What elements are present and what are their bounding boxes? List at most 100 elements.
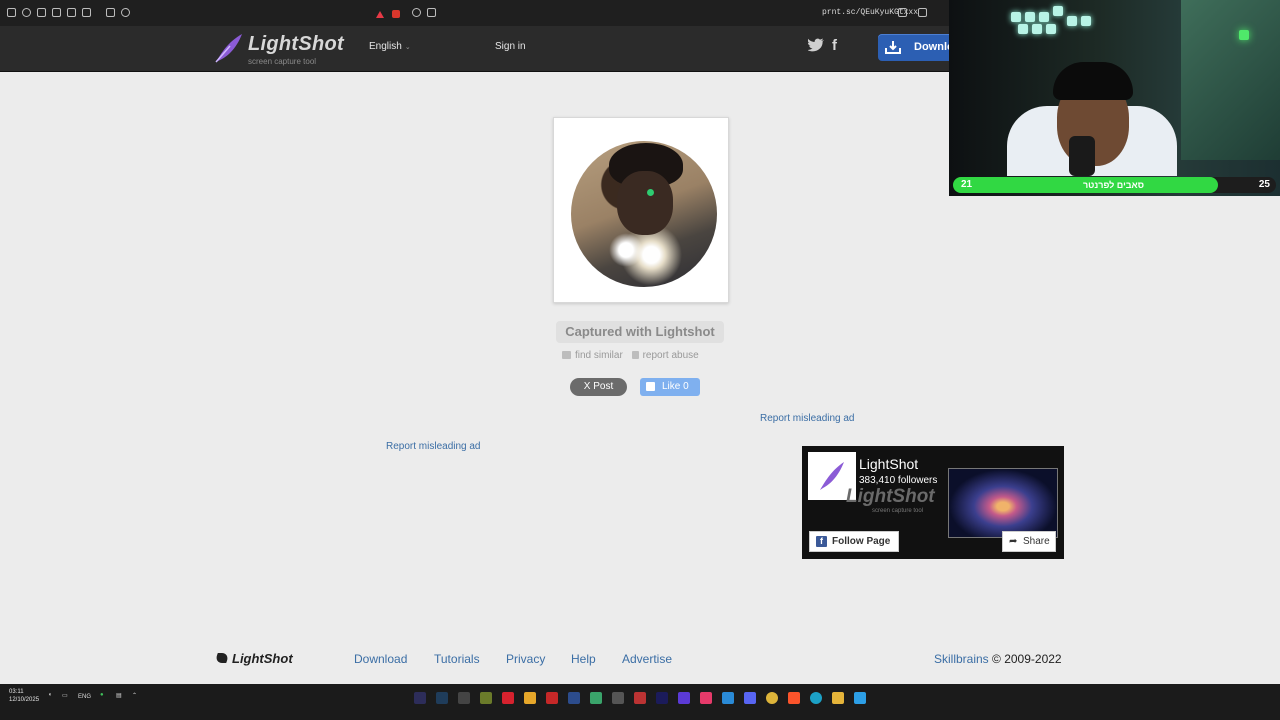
- report-abuse-label: report abuse: [642, 350, 699, 361]
- brand-name: LightShot: [248, 33, 345, 55]
- site-footer: LightShot Download Tutorials Privacy Hel…: [0, 636, 1280, 682]
- webcam-window: [1181, 0, 1280, 160]
- screenshot-card[interactable]: [553, 117, 729, 303]
- warning-icon[interactable]: [376, 11, 384, 18]
- menu-icon[interactable]: [7, 8, 16, 17]
- footer-link-privacy[interactable]: Privacy: [506, 652, 545, 666]
- app-icon-1[interactable]: [414, 692, 426, 704]
- find-similar-link[interactable]: find similar: [562, 350, 623, 361]
- display-icon[interactable]: ▭: [62, 692, 68, 699]
- language-label: English: [369, 41, 402, 52]
- windows-start-icon[interactable]: [854, 692, 866, 704]
- footer-link-advertise[interactable]: Advertise: [622, 652, 672, 666]
- streamer-mic: [1069, 136, 1095, 176]
- follow-page-button[interactable]: f Follow Page: [809, 531, 899, 552]
- follower-count: 383,410 followers: [859, 475, 938, 486]
- page-name[interactable]: LightShot: [859, 456, 918, 472]
- input-language[interactable]: ENG: [78, 694, 91, 700]
- watermark-tagline: screen capture tool: [872, 508, 924, 514]
- tabs-icon[interactable]: [106, 8, 115, 17]
- clock-time: 03:11: [9, 689, 24, 695]
- mic-icon[interactable]: ●: [100, 692, 104, 698]
- footer-logo[interactable]: LightShot: [214, 651, 293, 666]
- clipboard-icon: [631, 351, 639, 359]
- hex-light: [1025, 12, 1035, 22]
- app-icon-4[interactable]: [480, 692, 492, 704]
- twitter-icon[interactable]: [808, 38, 824, 52]
- edge-icon[interactable]: [810, 692, 822, 704]
- chevron-down-icon: ⌄: [404, 44, 411, 51]
- app-icon-8[interactable]: [568, 692, 580, 704]
- pin-icon[interactable]: [37, 8, 46, 17]
- chrome-icon[interactable]: [766, 692, 778, 704]
- streamer-cap: [1053, 62, 1133, 100]
- thumbs-up-icon: [646, 382, 655, 391]
- file-explorer-icon[interactable]: [832, 692, 844, 704]
- discord-icon[interactable]: [744, 692, 756, 704]
- app-icon-7[interactable]: [546, 692, 558, 704]
- app-icon-15[interactable]: [722, 692, 734, 704]
- screenshot-image[interactable]: [571, 141, 717, 287]
- facebook-icon[interactable]: f: [832, 37, 837, 54]
- sub-goal-target: 25: [1258, 179, 1270, 190]
- report-abuse-link[interactable]: report abuse: [631, 350, 699, 361]
- hex-light: [1032, 24, 1042, 34]
- music-icon[interactable]: [82, 8, 91, 17]
- volume-icon[interactable]: ◖: [48, 692, 52, 698]
- hex-light: [1081, 16, 1091, 26]
- feather-icon: [215, 34, 242, 63]
- report-ad-link-right[interactable]: Report misleading ad: [760, 413, 855, 424]
- history-icon[interactable]: [121, 8, 130, 17]
- panel-icon[interactable]: [67, 8, 76, 17]
- fb-like-button[interactable]: Like 0: [640, 378, 700, 396]
- app-icon-9[interactable]: [590, 692, 602, 704]
- footer-link-download[interactable]: Download: [354, 652, 407, 666]
- cast-icon[interactable]: [427, 8, 436, 17]
- language-selector[interactable]: English ⌄: [369, 41, 411, 52]
- like-label: Like 0: [662, 381, 689, 392]
- report-ad-link-left[interactable]: Report misleading ad: [386, 441, 481, 452]
- copyright-text: © 2009-2022: [988, 652, 1062, 666]
- location-icon[interactable]: [22, 8, 31, 17]
- hex-light: [1011, 12, 1021, 22]
- music-app-icon[interactable]: [700, 692, 712, 704]
- chatgpt-icon[interactable]: [612, 692, 624, 704]
- app-icon-6[interactable]: [524, 692, 536, 704]
- hex-light: [1018, 24, 1028, 34]
- image-green-dot: [647, 189, 654, 196]
- app-icon-3[interactable]: [458, 692, 470, 704]
- app-icon-5[interactable]: [502, 692, 514, 704]
- brave-icon[interactable]: [788, 692, 800, 704]
- clock-date: 12/10/2025: [9, 697, 40, 703]
- share-arrow-icon: ➦: [1009, 536, 1018, 547]
- bookmark-icon[interactable]: [918, 8, 927, 17]
- brave-shield-icon[interactable]: [392, 10, 400, 18]
- os-taskbar: 03:11 12/10/2025 ◖ ▭ ENG ● ▤ ⌃: [0, 684, 1280, 720]
- download-icon: [885, 41, 901, 54]
- app-icon-13[interactable]: [678, 692, 690, 704]
- footer-link-help[interactable]: Help: [571, 652, 596, 666]
- footer-link-tutorials[interactable]: Tutorials: [434, 652, 480, 666]
- system-clock[interactable]: 03:11 12/10/2025: [9, 688, 39, 704]
- sub-goal-label: סאבים לפרנטר: [1083, 180, 1144, 190]
- footer-brand: LightShot: [232, 651, 293, 666]
- feather-icon: [820, 462, 844, 490]
- image-actions: find similar report abuse: [562, 350, 705, 361]
- x-post-button[interactable]: X Post: [570, 378, 627, 396]
- facebook-page-widget[interactable]: LightShot 383,410 followers LightShot sc…: [802, 446, 1064, 559]
- window-icon[interactable]: [52, 8, 61, 17]
- share-button[interactable]: ➦ Share: [1002, 531, 1056, 552]
- hex-light: [1053, 6, 1063, 16]
- skillbrains-link[interactable]: Skillbrains: [934, 652, 989, 666]
- lightshot-logo[interactable]: LightShot screen capture tool: [214, 30, 344, 68]
- app-icon-11[interactable]: [634, 692, 646, 704]
- signin-link[interactable]: Sign in: [495, 41, 526, 52]
- sub-goal-current: 21: [961, 179, 973, 190]
- notes-icon[interactable]: ▤: [116, 692, 122, 699]
- chevron-up-icon[interactable]: ⌃: [132, 692, 137, 699]
- sub-goal-bar: 21 סאבים לפרנטר 25: [953, 177, 1276, 193]
- steam-icon[interactable]: [436, 692, 448, 704]
- translate-icon[interactable]: [898, 8, 907, 17]
- premiere-icon[interactable]: [656, 692, 668, 704]
- search-icon[interactable]: [412, 8, 421, 17]
